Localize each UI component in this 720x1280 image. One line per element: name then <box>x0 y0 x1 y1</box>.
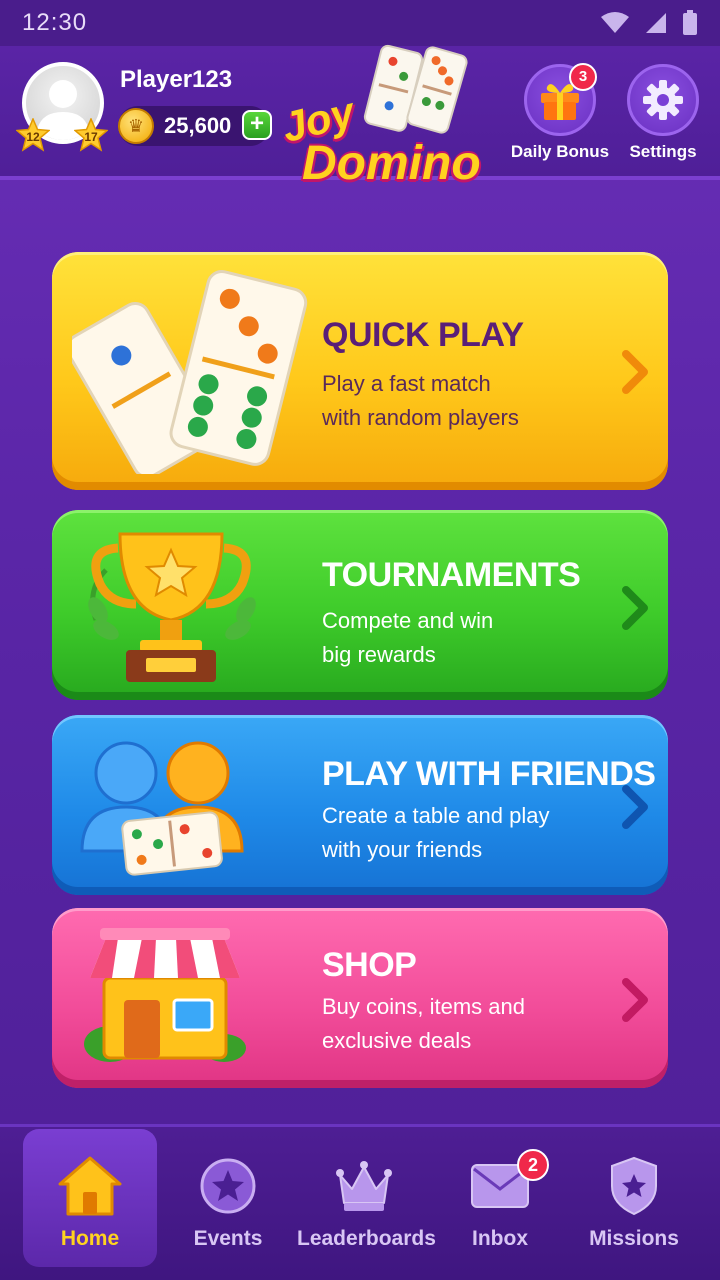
gear-icon <box>643 80 683 120</box>
quick-play-desc-line1: Play a fast match <box>322 371 491 396</box>
player-name: Player123 <box>120 66 233 93</box>
coin-icon: ♛ <box>118 108 154 144</box>
nav-inbox-label: Inbox <box>472 1227 528 1250</box>
shop-desc-line2: exclusive deals <box>322 1028 472 1053</box>
battery-icon <box>683 10 697 35</box>
bottom-navigation: Home Events Leaderboards 2 Inbox Mission… <box>0 1124 720 1280</box>
nav-home-icon-wrap <box>23 1151 157 1221</box>
top-header: 12 17 Player123 ♛ 25,600 + Joy Domino 3 … <box>0 44 720 190</box>
chevron-right-icon <box>622 978 648 1022</box>
wifi-icon <box>601 12 629 33</box>
tournaments-desc-line1: Compete and win <box>322 608 494 633</box>
shop-title: SHOP <box>322 946 417 984</box>
settings-button[interactable]: Settings <box>613 64 713 162</box>
quick-play-title: QUICK PLAY <box>322 316 524 354</box>
level-right-text: 17 <box>84 129 98 144</box>
tournaments-card[interactable]: TOURNAMENTS Compete and win big rewards <box>52 510 668 700</box>
nav-events[interactable]: Events <box>161 1129 295 1267</box>
shop-desc-line1: Buy coins, items and <box>322 994 525 1019</box>
daily-bonus-circle: 3 <box>524 63 597 136</box>
coin-balance: ♛ 25,600 + <box>118 106 272 146</box>
chevron-right-icon <box>622 350 648 394</box>
daily-bonus-label: Daily Bonus <box>510 142 610 161</box>
nav-home-label: Home <box>60 1227 120 1250</box>
shop-card[interactable]: SHOP Buy coins, items and exclusive deal… <box>52 908 668 1088</box>
daily-bonus-button[interactable]: 3 Daily Bonus <box>510 63 610 162</box>
friends-title: PLAY WITH FRIENDS <box>322 755 656 793</box>
status-time: 12:30 <box>22 9 88 36</box>
play-with-friends-card[interactable]: PLAY WITH FRIENDS Create a table and pla… <box>52 715 668 895</box>
logo-domino-tiles <box>363 44 468 134</box>
crown-icon <box>336 1161 392 1211</box>
nav-missions[interactable]: Missions <box>567 1129 701 1267</box>
chevron-right-icon <box>622 785 648 829</box>
tournaments-title: TOURNAMENTS <box>322 556 581 594</box>
status-bar: 12:30 <box>0 0 720 46</box>
friends-desc: Create a table and play with your friend… <box>322 799 622 867</box>
friends-desc-line2: with your friends <box>322 837 483 862</box>
friends-icon <box>80 741 244 876</box>
daily-bonus-badge: 3 <box>569 63 597 91</box>
nav-missions-icon-wrap <box>567 1151 701 1221</box>
friends-desc-line1: Create a table and play <box>322 803 550 828</box>
nav-leaderboards[interactable]: Leaderboards <box>297 1129 436 1267</box>
shield-icon <box>611 1156 657 1216</box>
level-left-text: 12 <box>26 129 40 144</box>
settings-label: Settings <box>629 142 697 161</box>
nav-home[interactable]: Home <box>23 1129 157 1267</box>
shop-desc: Buy coins, items and exclusive deals <box>322 990 622 1058</box>
add-coins-button[interactable]: + <box>242 110 272 140</box>
coin-amount: 25,600 <box>164 113 232 138</box>
game-logo: Joy Domino <box>272 44 502 196</box>
signal-icon <box>646 13 666 33</box>
quick-play-desc-line2: with random players <box>322 405 519 430</box>
settings-circle <box>627 64 699 136</box>
nav-missions-label: Missions <box>589 1227 679 1250</box>
nav-leaderboards-icon-wrap <box>297 1151 431 1221</box>
star-icon <box>200 1158 256 1214</box>
nav-inbox-icon-wrap: 2 <box>433 1149 567 1221</box>
chevron-right-icon <box>622 586 648 630</box>
nav-inbox[interactable]: 2 Inbox <box>433 1129 567 1267</box>
quick-play-desc: Play a fast match with random players <box>322 367 622 435</box>
tournaments-desc: Compete and win big rewards <box>322 604 622 672</box>
logo-text-domino: Domino <box>302 137 481 190</box>
nav-events-label: Events <box>193 1227 263 1250</box>
home-icon <box>58 1156 122 1216</box>
inbox-badge: 2 <box>517 1149 549 1181</box>
level-badge-right: 17 <box>74 118 108 152</box>
status-icons <box>600 10 698 36</box>
quick-play-card[interactable]: QUICK PLAY Play a fast match with random… <box>52 252 668 490</box>
level-badge-left: 12 <box>16 118 50 152</box>
nav-events-icon-wrap <box>161 1151 295 1221</box>
tournaments-desc-line2: big rewards <box>322 642 436 667</box>
shop-icon <box>84 928 246 1062</box>
nav-leaderboards-label: Leaderboards <box>297 1227 436 1250</box>
trophy-icon <box>88 532 256 682</box>
domino-tiles-icon <box>72 269 308 474</box>
